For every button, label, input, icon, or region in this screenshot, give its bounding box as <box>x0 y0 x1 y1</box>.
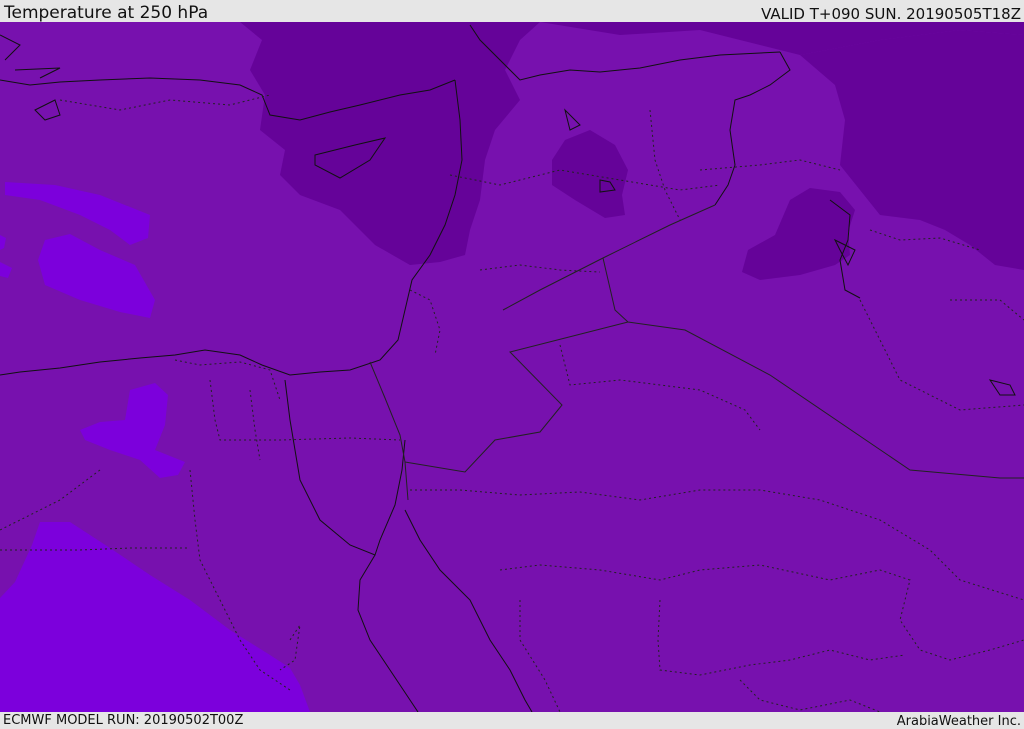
map-header: Temperature at 250 hPa VALID T+090 SUN. … <box>0 0 1024 23</box>
temperature-map[interactable] <box>0 22 1024 712</box>
map-canvas <box>0 22 1024 712</box>
map-title: Temperature at 250 hPa <box>4 3 209 23</box>
credit-label: ArabiaWeather Inc. <box>896 714 1021 729</box>
map-footer: ECMWF MODEL RUN: 20190502T00Z ArabiaWeat… <box>0 712 1024 729</box>
model-run-label: ECMWF MODEL RUN: 20190502T00Z <box>3 713 244 728</box>
valid-time-label: VALID T+090 SUN. 20190505T18Z <box>761 5 1021 23</box>
